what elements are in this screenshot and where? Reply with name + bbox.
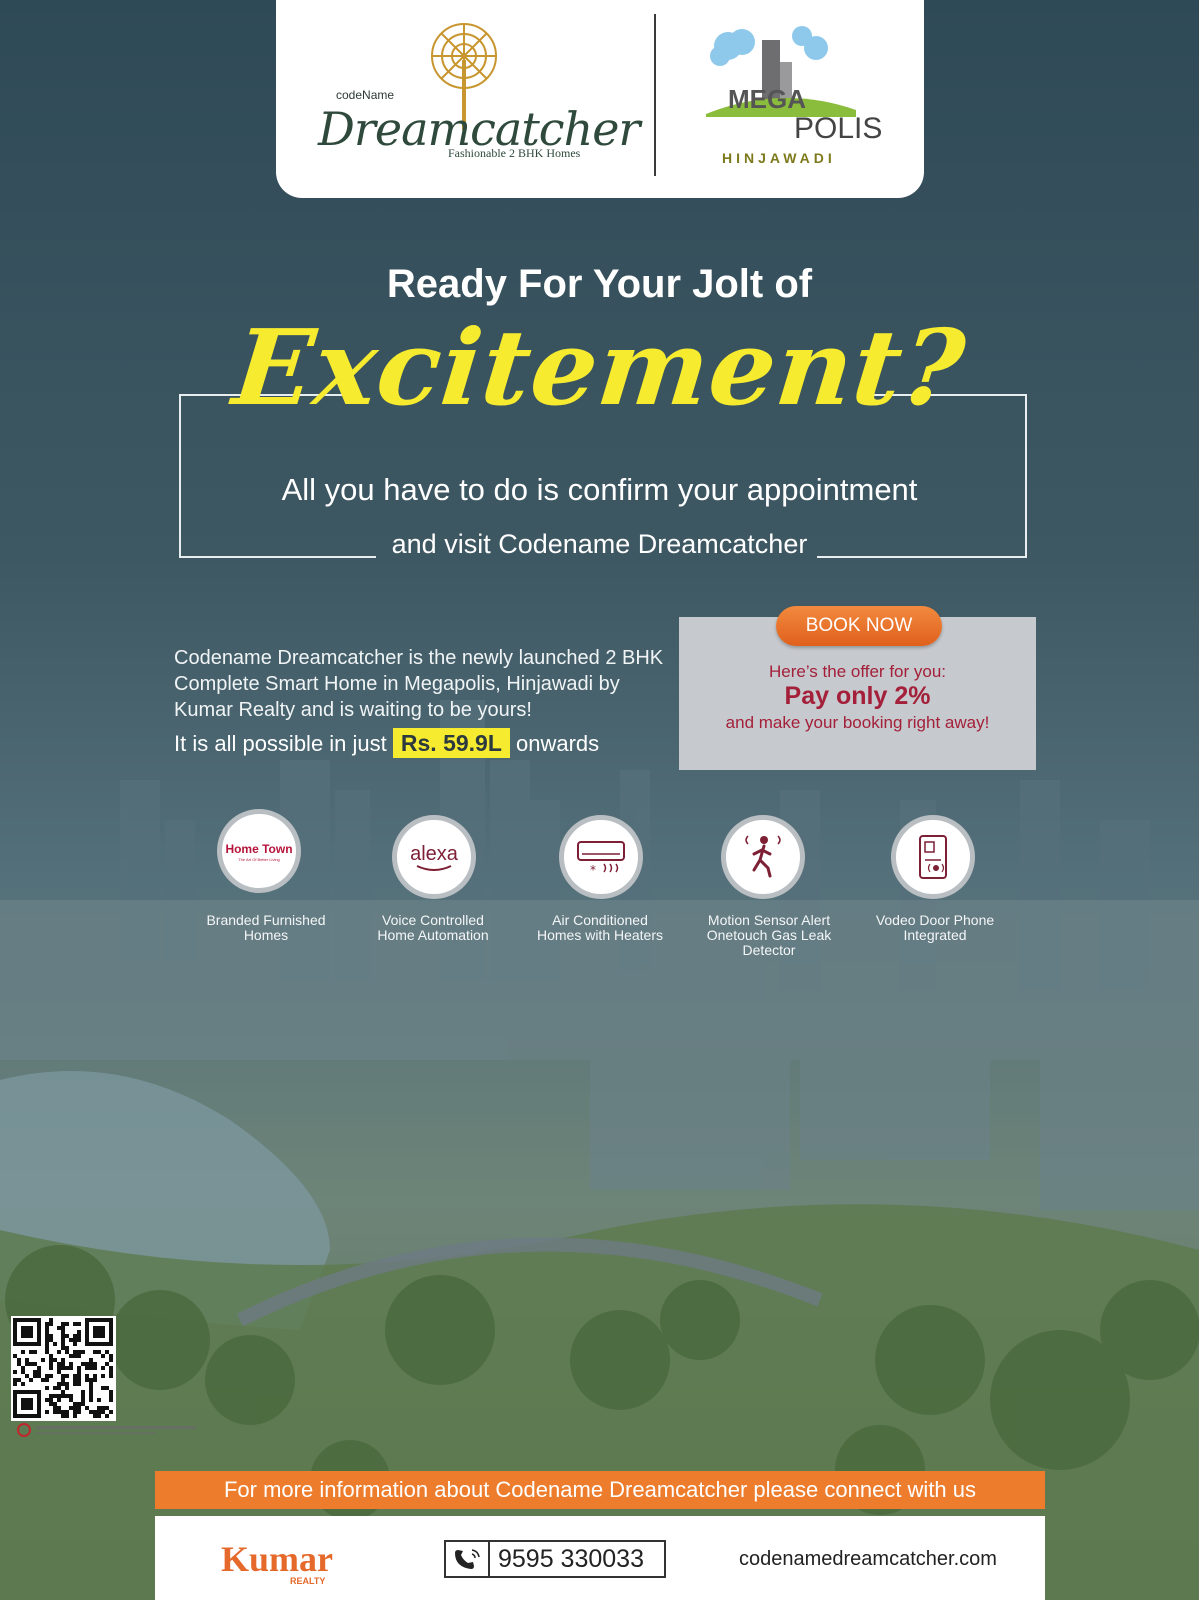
kumar-realty-logo: Kumar [221, 1539, 333, 1579]
logo-card: codeName Dreamcatcher Fashionable 2 BHK … [276, 0, 924, 198]
info-bar: For more information about Codename Drea… [155, 1471, 1045, 1509]
alexa-logo-icon: alexa [392, 815, 476, 899]
svg-text:*: * [590, 863, 596, 877]
contact-bar: Kumar REALTY 9595 330033 codenamedreamca… [155, 1516, 1045, 1600]
home-town-logo-text: Home Town [225, 842, 292, 856]
home-town-logo-tagline: The Art Of Better Living [238, 857, 280, 862]
offer-headline: Pay only 2% [784, 682, 931, 710]
price-prefix: It is all possible in just [174, 731, 387, 756]
megapolis-art-text: MEGA [728, 84, 806, 114]
qr-code[interactable] [11, 1316, 116, 1421]
offer-intro: Here’s the offer for you: [768, 662, 947, 681]
door-phone-icon [891, 815, 975, 899]
feature-label-furnished: Branded Furnished Homes [206, 912, 326, 943]
megapolis-name: POLIS [794, 112, 883, 145]
home-town-logo-icon: Home Town The Art Of Better Living [217, 809, 301, 893]
air-conditioner-icon: * [559, 815, 643, 899]
rera-note-icon [17, 1423, 196, 1437]
price-suffix: onwards [516, 731, 600, 756]
hero-emphasis: Excitement? [227, 306, 972, 429]
offer-cta: and make your booking right away! [725, 713, 990, 732]
dreamcatcher-prefix: codeName [336, 88, 395, 102]
city-background-image [0, 0, 1199, 1600]
feature-label-ac: Air Conditioned Homes with Heaters [536, 912, 664, 943]
feature-label-door-phone: Vodeo Door Phone Integrated [875, 912, 995, 943]
feature-label-voice: Voice Controlled Home Automation [377, 912, 489, 943]
phone-number-box[interactable]: 9595 330033 [444, 1540, 666, 1578]
dreamcatcher-tagline: Fashionable 2 BHK Homes [448, 146, 581, 160]
price-highlight: Rs. 59.9L [392, 728, 510, 758]
book-now-button[interactable]: BOOK NOW [776, 606, 942, 646]
motion-sensor-icon [721, 815, 805, 899]
hero-line-2: and visit Codename Dreamcatcher [391, 529, 808, 559]
feature-label-motion: Motion Sensor Alert Onetouch Gas Leak De… [706, 912, 832, 958]
phone-icon [446, 1542, 490, 1576]
kumar-realty-sub: REALTY [290, 1576, 326, 1586]
megapolis-location: HINJAWADI [722, 150, 836, 166]
project-description: Codename Dreamcatcher is the newly launc… [174, 647, 664, 721]
megapolis-logo-icon: MEGA [706, 26, 856, 117]
phone-number: 9595 330033 [498, 1545, 644, 1573]
alexa-logo-text: alexa [410, 843, 459, 865]
hero-headline: Ready For Your Jolt of [386, 262, 813, 306]
hero-line-1: All you have to do is confirm your appoi… [281, 472, 918, 507]
price-line: It is all possible in just Rs. 59.9L onw… [174, 728, 600, 758]
qr-code-image [13, 1318, 113, 1418]
logo-divider [654, 14, 656, 176]
website-link[interactable]: codenamedreamcatcher.com [739, 1548, 997, 1571]
